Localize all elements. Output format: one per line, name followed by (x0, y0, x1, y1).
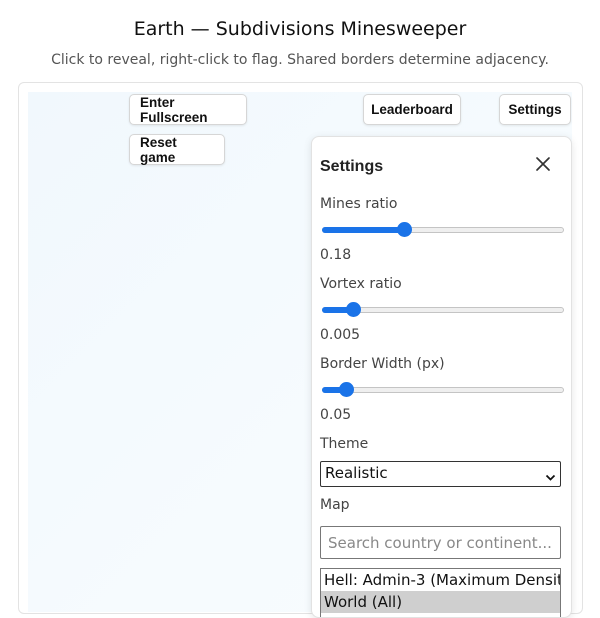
vortex-ratio-value: 0.005 (320, 327, 361, 343)
slider-thumb[interactable] (346, 302, 362, 317)
mines-ratio-slider[interactable] (322, 222, 564, 237)
theme-selected-value: Realistic (325, 464, 388, 482)
vortex-ratio-slider[interactable] (322, 302, 564, 317)
reset-game-button[interactable]: Reset game (129, 134, 225, 165)
page-subtitle: Click to reveal, right-click to flag. Sh… (51, 52, 549, 68)
border-width-label: Border Width (px) (320, 356, 445, 372)
leaderboard-button[interactable]: Leaderboard (363, 94, 461, 125)
slider-fill (322, 227, 405, 233)
border-width-value: 0.05 (320, 407, 352, 423)
settings-button[interactable]: Settings (499, 94, 571, 125)
map-option-selected[interactable]: World (All) (321, 591, 560, 613)
slider-thumb[interactable] (397, 222, 413, 237)
vortex-ratio-label: Vortex ratio (320, 276, 402, 292)
mines-ratio-label: Mines ratio (320, 196, 398, 212)
map-label: Map (320, 497, 350, 513)
map-search-input[interactable]: Search country or continent... (320, 526, 561, 559)
settings-panel: Settings Mines ratio 0.18 Vortex ratio 0… (311, 136, 572, 618)
mines-ratio-value: 0.18 (320, 247, 352, 263)
chevron-down-icon (545, 469, 556, 481)
map-listbox[interactable]: Hell: Admin-3 (Maximum Density) World (A… (320, 568, 561, 617)
slider-thumb[interactable] (339, 382, 355, 397)
border-width-slider[interactable] (322, 382, 564, 397)
enter-fullscreen-button[interactable]: Enter Fullscreen (129, 94, 247, 125)
page-title: Earth — Subdivisions Minesweeper (133, 18, 467, 40)
theme-select[interactable]: Realistic (320, 461, 561, 487)
slider-track (322, 387, 564, 393)
settings-panel-title: Settings (320, 158, 384, 175)
map-option[interactable]: Hell: Admin-3 (Maximum Density) (321, 569, 560, 591)
close-icon[interactable] (534, 155, 552, 173)
theme-label: Theme (320, 436, 369, 452)
